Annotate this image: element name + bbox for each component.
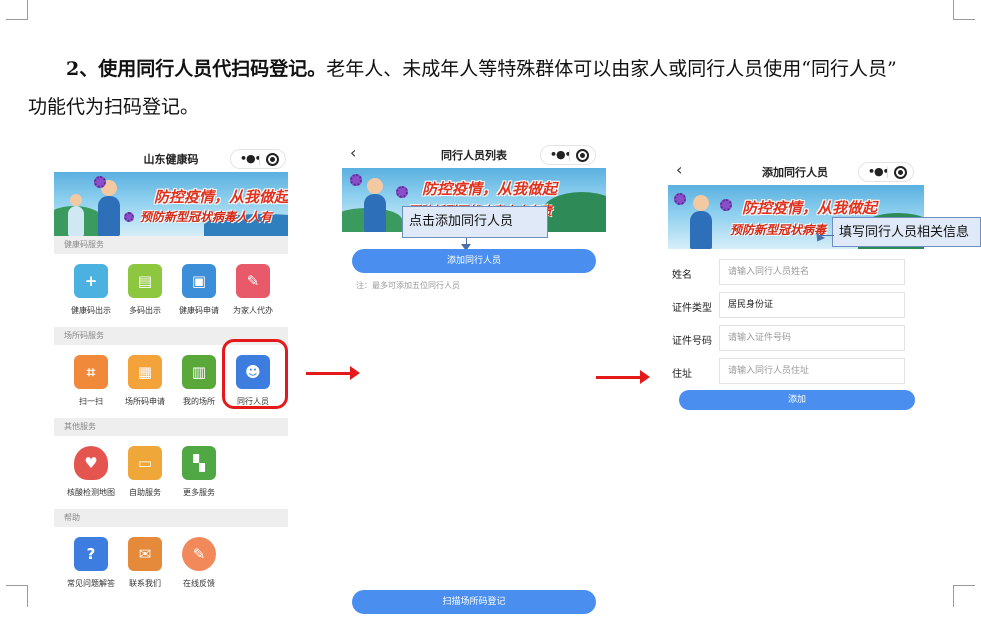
crop-mark-top-right: [953, 0, 975, 20]
limit-note: 注：最多可添加五位同行人员: [356, 281, 460, 290]
flow-arrow-2: [596, 370, 650, 384]
family-icon: ✎: [236, 264, 270, 298]
service-label: 健康码出示: [71, 306, 111, 315]
callout-fill-info: 填写同行人员相关信息: [832, 217, 981, 247]
highlight-companions: [222, 339, 288, 409]
service-label: 多码出示: [129, 306, 161, 315]
venue-code-services: ⌗ 扫一扫 ▦ 场所码申请 ▥ 我的场所 ☻ 同行人员: [54, 339, 288, 418]
crop-mark-top-left: [6, 0, 28, 20]
multi-code-icon: ▤: [128, 264, 162, 298]
health-code-services: + 健康码出示 ▤ 多码出示 ▣ 健康码申请 ✎ 为家人代办: [54, 254, 288, 327]
service-faq[interactable]: ? 常见问题解答: [64, 537, 118, 589]
dna-heart-icon: ♥: [74, 446, 108, 480]
service-health-code-show[interactable]: + 健康码出示: [64, 264, 118, 316]
more-menu-icon[interactable]: •●•: [868, 165, 890, 178]
paragraph-line-1-rest: 老年人、未成年人等特殊群体可以由家人或同行人员使用“同行人员”: [326, 58, 897, 80]
field-id-number: 证件号码 请输入证件号码: [668, 325, 908, 353]
section-header-health-code: 健康码服务: [54, 236, 288, 254]
service-scan[interactable]: ⌗ 扫一扫: [64, 355, 118, 407]
title-bar: 山东健康码 •●•: [54, 144, 288, 172]
callout-add-companion: 点击添加同行人员: [402, 206, 548, 238]
building-icon: ▥: [182, 355, 216, 389]
faq-icon: ?: [74, 537, 108, 571]
screen-health-code-home: 山东健康码 •●• 防控疫情，从我做起 预防新型冠状病毒人人有 健康码服务 + 健…: [54, 144, 288, 600]
field-name: 姓名 请输入同行人员姓名: [668, 259, 908, 287]
service-label: 我的场所: [183, 397, 215, 406]
mini-program-capsule[interactable]: •●•: [230, 149, 286, 169]
qr-code-icon: ▦: [128, 355, 162, 389]
banner-subline: 预防新型冠状病毒: [730, 223, 827, 237]
service-more[interactable]: ▚ 更多服务: [172, 446, 226, 498]
field-id-type: 证件类型 居民身份证: [668, 292, 908, 320]
service-family-proxy[interactable]: ✎ 为家人代办: [226, 264, 280, 316]
service-self-service[interactable]: ▭ 自助服务: [118, 446, 172, 498]
service-label: 联系我们: [129, 579, 161, 588]
title-bar: ‹ 添加同行人员 •●•: [668, 157, 922, 185]
paragraph-line-2: 功能代为扫码登记。: [28, 96, 200, 118]
service-nucleic-map[interactable]: ♥ 核酸检测地图: [64, 446, 118, 498]
field-label: 姓名: [672, 270, 692, 281]
mini-program-capsule[interactable]: •●•: [540, 145, 596, 165]
add-companion-button[interactable]: 添加同行人员: [352, 249, 596, 273]
close-target-icon[interactable]: [894, 166, 907, 179]
other-services: ♥ 核酸检测地图 ▭ 自助服务 ▚ 更多服务: [54, 436, 288, 509]
epidemic-banner: 防控疫情，从我做起 预防新型冠状病毒人人有: [54, 172, 288, 236]
field-label: 证件号码: [672, 336, 712, 347]
address-input[interactable]: 请输入同行人员住址: [719, 358, 905, 384]
title-bar: ‹ 同行人员列表 •●•: [342, 140, 606, 168]
paragraph-lead: 2、使用同行人员代扫码登记。: [66, 58, 327, 80]
mini-program-capsule[interactable]: •●•: [858, 162, 914, 182]
service-my-venues[interactable]: ▥ 我的场所: [172, 355, 226, 407]
scan-venue-code-button[interactable]: 扫描场所码登记: [352, 590, 596, 614]
paragraph-line-1: 2、使用同行人员代扫码登记。老年人、未成年人等特殊群体可以由家人或同行人员使用“…: [28, 50, 958, 88]
service-label: 常见问题解答: [67, 579, 115, 588]
field-label: 证件类型: [672, 303, 712, 314]
self-service-icon: ▭: [128, 446, 162, 480]
service-feedback[interactable]: ✎ 在线反馈: [172, 537, 226, 589]
service-label: 场所码申请: [125, 397, 165, 406]
close-target-icon[interactable]: [266, 153, 279, 166]
id-type-select[interactable]: 居民身份证: [719, 292, 905, 318]
service-label: 健康码申请: [179, 306, 219, 315]
service-label: 扫一扫: [79, 397, 103, 406]
service-label: 为家人代办: [233, 306, 273, 315]
banner-headline: 防控疫情，从我做起: [742, 199, 878, 217]
id-number-input[interactable]: 请输入证件号码: [719, 325, 905, 351]
help-services: ? 常见问题解答 ✉ 联系我们 ✎ 在线反馈: [54, 527, 288, 600]
banner-subline: 预防新型冠状病毒人人有: [140, 210, 273, 224]
more-menu-icon[interactable]: •●•: [240, 152, 262, 165]
screen-add-companion: ‹ 添加同行人员 •●• 防控疫情，从我做起 预防新型冠状病毒 填写同行人员相关…: [668, 157, 981, 417]
submit-add-button[interactable]: 添加: [679, 390, 915, 410]
section-header-other: 其他服务: [54, 418, 288, 436]
field-label: 住址: [672, 369, 692, 380]
service-label: 更多服务: [183, 488, 215, 497]
banner-headline: 防控疫情，从我做起: [422, 180, 558, 198]
feedback-icon: ✎: [182, 537, 216, 571]
grid-icon: ▚: [182, 446, 216, 480]
field-address: 住址 请输入同行人员住址: [668, 358, 908, 386]
service-health-code-apply[interactable]: ▣ 健康码申请: [172, 264, 226, 316]
close-target-icon[interactable]: [576, 149, 589, 162]
contact-icon: ✉: [128, 537, 162, 571]
service-contact[interactable]: ✉ 联系我们: [118, 537, 172, 589]
instruction-paragraph: 2、使用同行人员代扫码登记。老年人、未成年人等特殊群体可以由家人或同行人员使用“…: [28, 50, 958, 126]
crop-mark-bottom-right: [953, 585, 975, 607]
id-card-icon: ▣: [182, 264, 216, 298]
service-venue-code-apply[interactable]: ▦ 场所码申请: [118, 355, 172, 407]
more-menu-icon[interactable]: •●•: [550, 148, 572, 161]
add-card-icon: +: [74, 264, 108, 298]
service-label: 在线反馈: [183, 579, 215, 588]
service-multi-code[interactable]: ▤ 多码出示: [118, 264, 172, 316]
scan-icon: ⌗: [74, 355, 108, 389]
screen-companion-list: ‹ 同行人员列表 •●• 防控疫情，从我做起 预防新型冠状病毒人人有责 点击添加…: [342, 140, 606, 619]
crop-mark-bottom-left: [6, 585, 28, 607]
banner-headline: 防控疫情，从我做起: [154, 188, 288, 206]
name-input[interactable]: 请输入同行人员姓名: [719, 259, 905, 285]
service-label: 核酸检测地图: [67, 488, 115, 497]
section-header-help: 帮助: [54, 509, 288, 527]
service-label: 自助服务: [129, 488, 161, 497]
